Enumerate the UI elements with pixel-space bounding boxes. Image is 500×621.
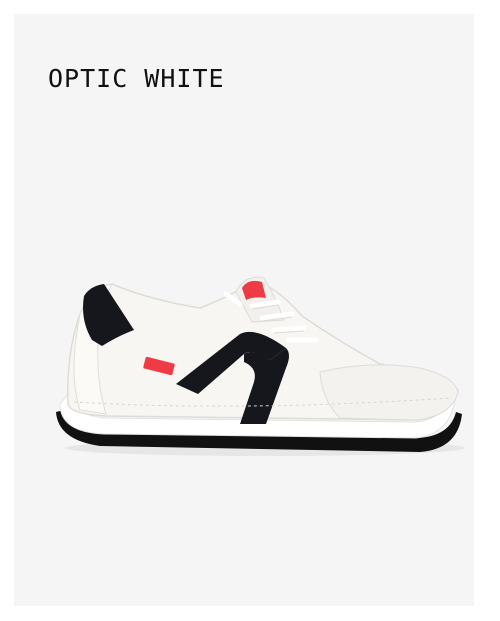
sneaker-image bbox=[56, 276, 465, 456]
product-card[interactable]: OPTIC WHITE bbox=[14, 14, 474, 606]
toe-overlay bbox=[319, 364, 459, 421]
color-name: OPTIC WHITE bbox=[48, 64, 225, 93]
